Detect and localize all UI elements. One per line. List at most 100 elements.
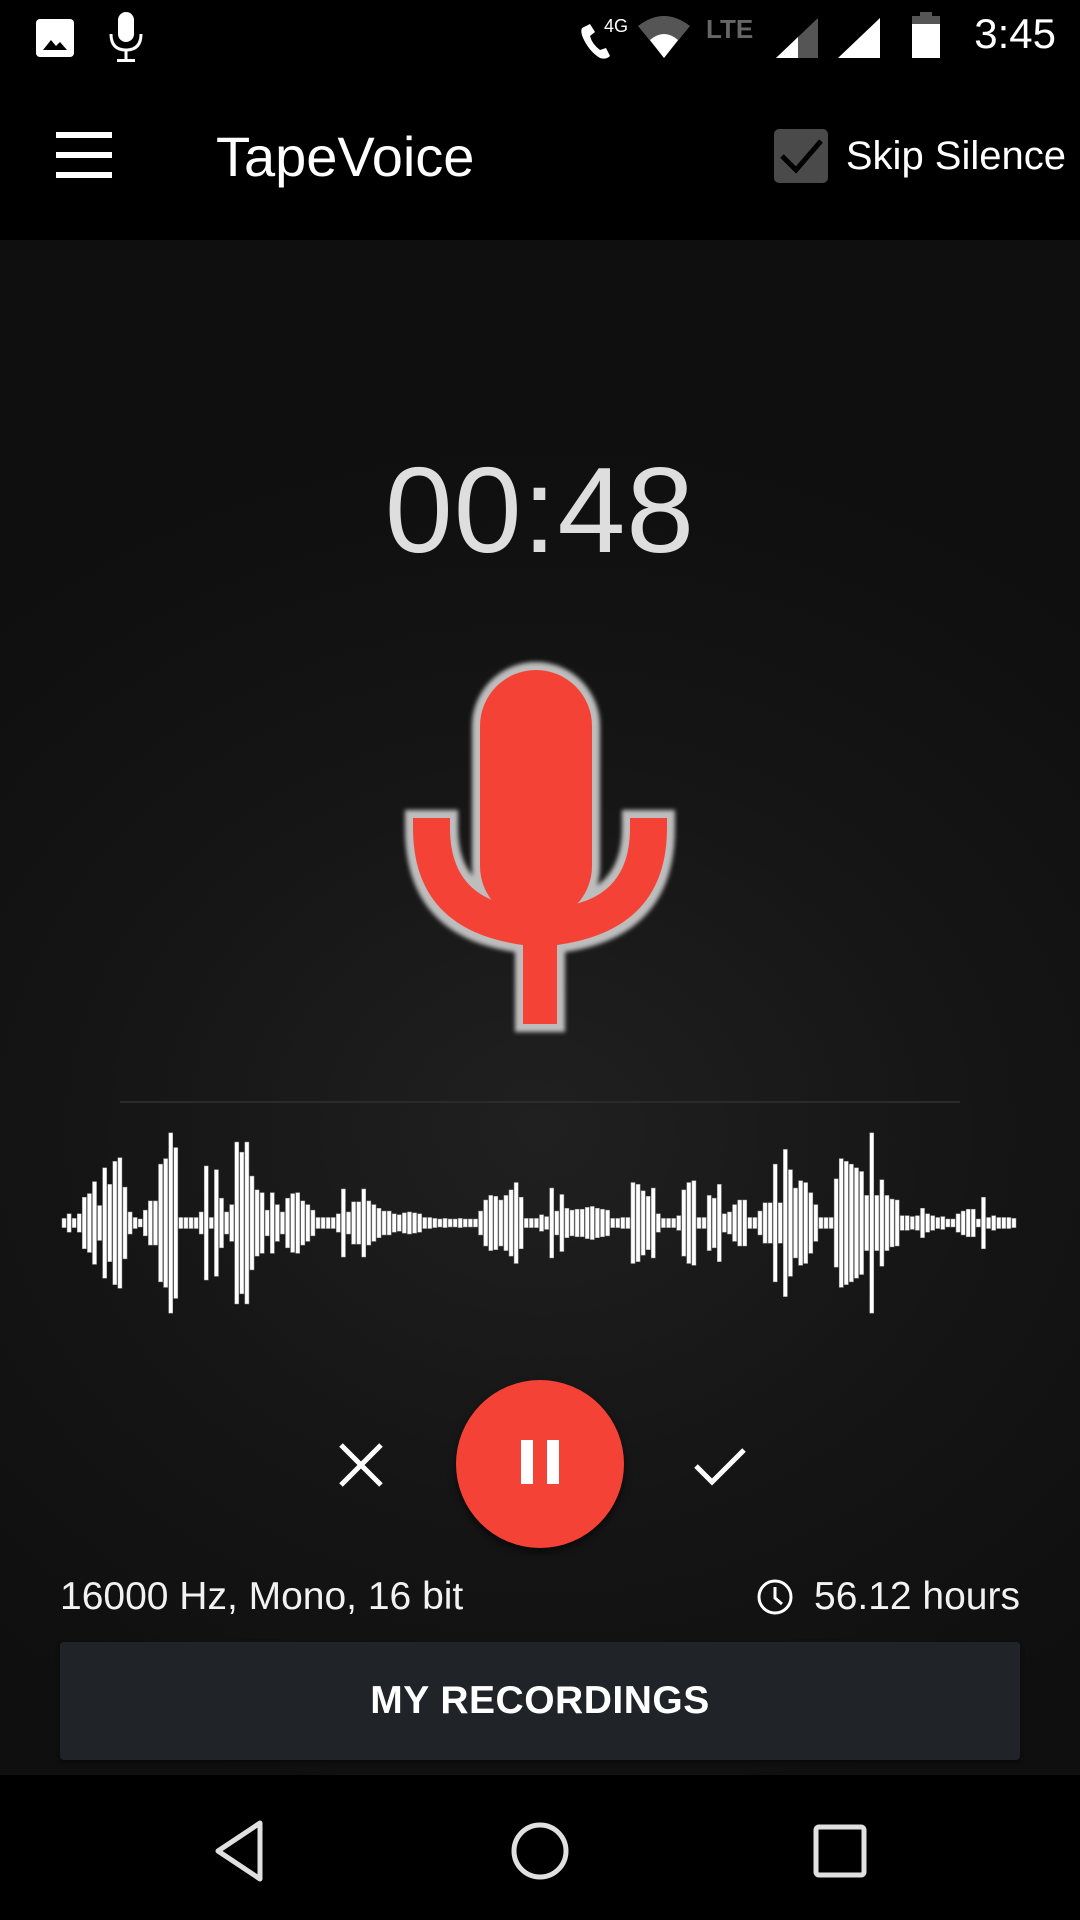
skip-silence-checkbox[interactable]: [773, 129, 828, 183]
waveform-bar: [798, 1180, 803, 1266]
waveform-bar: [666, 1218, 671, 1228]
waveform-bar: [788, 1169, 793, 1277]
waveform-bar: [457, 1218, 463, 1228]
waveform-bar: [366, 1200, 372, 1246]
waveform-bar: [132, 1217, 138, 1229]
waveform-bar: [76, 1213, 82, 1233]
waveform-bar: [143, 1209, 148, 1237]
waveform-bar: [894, 1199, 900, 1247]
home-icon[interactable]: [500, 1811, 580, 1891]
close-icon: [339, 1443, 383, 1487]
lte-icon: LTE: [706, 14, 753, 42]
waveform-bar: [209, 1217, 214, 1229]
waveform-bar: [681, 1189, 687, 1257]
waveform-bar: [463, 1218, 468, 1228]
waveform-bar: [503, 1195, 509, 1251]
waveform-bar: [539, 1214, 544, 1232]
waveform-bar: [889, 1198, 895, 1248]
waveform-bar: [112, 1161, 118, 1285]
wifi-icon: [638, 16, 690, 58]
back-icon[interactable]: [200, 1811, 280, 1891]
waveform-bar: [971, 1208, 976, 1238]
waveform-bar: [280, 1211, 285, 1235]
waveform-bar: [574, 1208, 580, 1238]
microphone-icon[interactable]: [395, 632, 685, 1072]
waveform-bar: [249, 1175, 255, 1271]
waveform-bar: [82, 1196, 87, 1250]
waveform-bar: [346, 1211, 351, 1235]
waveform-bar: [625, 1217, 631, 1229]
waveform-bar: [1001, 1217, 1007, 1229]
waveform-bar: [615, 1218, 621, 1228]
waveform-bar: [148, 1200, 153, 1246]
waveform-bar: [803, 1182, 808, 1264]
waveform-bar: [569, 1209, 575, 1237]
waveform-bar: [960, 1210, 966, 1236]
waveform-bar: [371, 1204, 377, 1242]
waveform-bar: [239, 1151, 245, 1295]
waveform-bar: [859, 1171, 864, 1275]
waveform-bar: [513, 1182, 519, 1264]
waveform-bar: [137, 1218, 143, 1228]
skip-silence-toggle[interactable]: Skip Silence: [773, 128, 1066, 184]
waveform-bar: [402, 1212, 407, 1234]
waveform-bar: [254, 1189, 260, 1257]
waveform-bar: [661, 1218, 666, 1228]
waveform-bar: [518, 1196, 524, 1250]
waveform-bar: [117, 1157, 123, 1289]
waveform-bar: [1011, 1218, 1017, 1228]
audio-format: 16000 Hz, Mono, 16 bit: [60, 1575, 464, 1618]
waveform-bar: [92, 1181, 97, 1265]
waveform-bar: [305, 1204, 311, 1242]
waveform-bar: [828, 1217, 834, 1229]
waveform-bar: [686, 1182, 692, 1264]
waveform-bar: [468, 1218, 473, 1228]
waveform-bar: [310, 1209, 316, 1237]
waveform-bar: [259, 1192, 265, 1254]
waveform-bar: [630, 1182, 636, 1264]
recording-controls: [0, 1380, 1080, 1550]
save-button[interactable]: [684, 1430, 754, 1500]
waveform-bar: [488, 1195, 494, 1251]
waveform-bar: [986, 1217, 991, 1229]
waveform-bar: [437, 1218, 443, 1228]
waveform-bar: [153, 1200, 158, 1246]
recents-icon[interactable]: [800, 1811, 880, 1891]
waveform-bar: [71, 1218, 77, 1228]
waveform-bar: [869, 1132, 875, 1314]
waveform-bar: [173, 1147, 179, 1299]
pause-button[interactable]: [456, 1380, 624, 1548]
navigation-bar: [0, 1775, 1080, 1920]
waveform-bar: [656, 1213, 661, 1233]
waveform-bar: [706, 1195, 712, 1251]
waveform-bar: [295, 1192, 301, 1254]
waveform-bar: [483, 1199, 488, 1247]
waveform-bar: [904, 1215, 910, 1231]
waveform-bar: [1006, 1217, 1012, 1229]
waveform-bar: [879, 1179, 885, 1267]
hamburger-menu-icon[interactable]: [44, 132, 114, 182]
waveform-bar: [595, 1208, 600, 1238]
app-bar: TapeVoice Skip Silence: [0, 72, 1080, 240]
check-icon: [694, 1448, 746, 1486]
waveform-bar: [422, 1217, 427, 1229]
app-title: TapeVoice: [216, 125, 475, 188]
waveform-bar: [122, 1186, 128, 1260]
waveform-bar: [590, 1206, 595, 1240]
image-notification-icon: [36, 19, 74, 57]
waveform-bar: [224, 1211, 229, 1235]
waveform-bar: [676, 1215, 681, 1231]
battery-icon: [912, 12, 940, 58]
waveform-bar: [671, 1218, 676, 1228]
elapsed-time: 00:48: [384, 442, 696, 578]
waveform-bar: [473, 1218, 478, 1228]
waveform-bar: [178, 1217, 184, 1229]
discard-button[interactable]: [326, 1430, 396, 1500]
my-recordings-button[interactable]: MY RECORDINGS: [60, 1642, 1020, 1760]
waveform-bar: [214, 1169, 219, 1277]
svg-text:LTE: LTE: [706, 14, 753, 42]
waveform-bar: [244, 1141, 250, 1305]
waveform-bar: [701, 1217, 707, 1229]
waveform-bar: [940, 1216, 946, 1230]
waveform-bar: [793, 1187, 798, 1259]
